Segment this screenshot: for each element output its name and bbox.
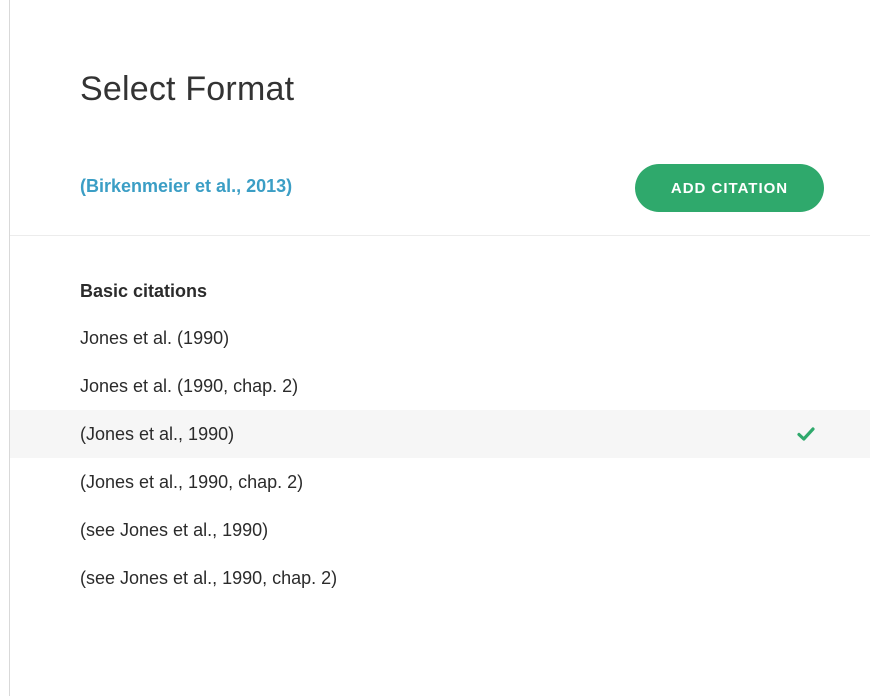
check-icon [797, 427, 815, 441]
format-list: Jones et al. (1990) Jones et al. (1990, … [10, 314, 870, 602]
select-format-panel: Select Format (Birkenmeier et al., 2013)… [9, 0, 870, 696]
format-option[interactable]: (see Jones et al., 1990, chap. 2) [10, 554, 870, 602]
format-option[interactable]: Jones et al. (1990) [10, 314, 870, 362]
panel-header: Select Format (Birkenmeier et al., 2013)… [10, 0, 870, 236]
format-option[interactable]: (see Jones et al., 1990) [10, 506, 870, 554]
format-option-label: Jones et al. (1990, chap. 2) [80, 376, 299, 396]
add-citation-button[interactable]: ADD CITATION [635, 164, 824, 212]
page-title: Select Format [80, 70, 295, 108]
section-heading: Basic citations [80, 281, 208, 301]
format-option-label: (see Jones et al., 1990, chap. 2) [80, 568, 338, 588]
format-option-selected[interactable]: (Jones et al., 1990) [10, 410, 870, 458]
citation-preview: (Birkenmeier et al., 2013) [80, 176, 293, 196]
format-option-label: Jones et al. (1990) [80, 328, 230, 348]
format-option[interactable]: (Jones et al., 1990, chap. 2) [10, 458, 870, 506]
format-option-label: (see Jones et al., 1990) [80, 520, 269, 540]
format-option[interactable]: Jones et al. (1990, chap. 2) [10, 362, 870, 410]
format-option-label: (Jones et al., 1990) [80, 424, 235, 444]
format-option-label: (Jones et al., 1990, chap. 2) [80, 472, 304, 492]
